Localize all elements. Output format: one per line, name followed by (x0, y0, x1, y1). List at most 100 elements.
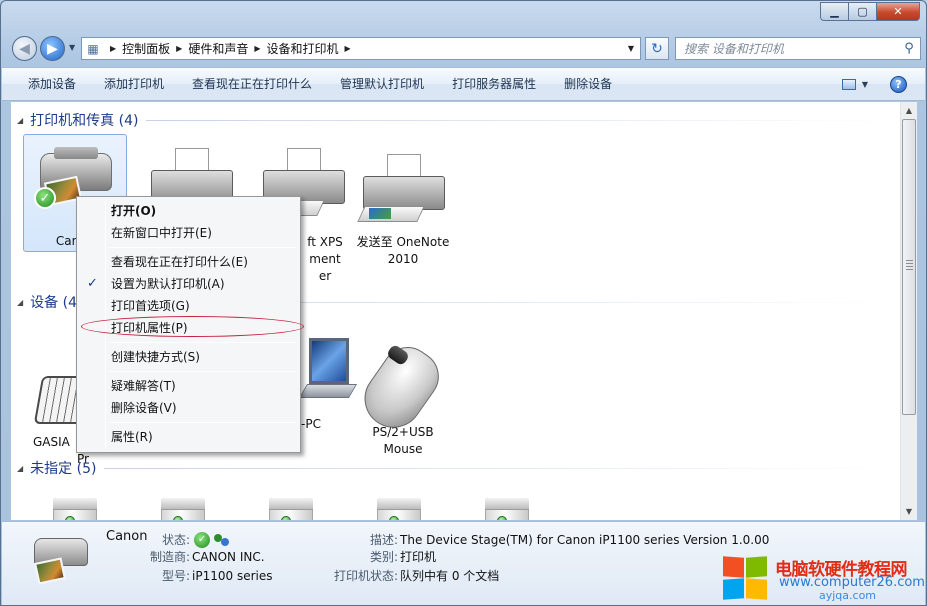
group-title: 打印机和传真 (4) (30, 113, 139, 129)
menu-item-label: 设置为默认打印机(A) (111, 277, 225, 291)
menu-item-see-printing[interactable]: 查看现在正在打印什么(E) (79, 251, 298, 273)
back-arrow-icon: ◀ (19, 40, 30, 57)
chevron-right-icon[interactable]: ▶ (176, 44, 182, 53)
menu-separator (109, 422, 296, 423)
category-value: 打印机 (400, 550, 437, 564)
window-controls: ▁ ▢ ✕ (820, 2, 920, 21)
scroll-up-icon[interactable]: ▲ (901, 102, 917, 119)
group-divider (146, 119, 897, 121)
collapse-triangle-icon[interactable]: ◢ (17, 298, 23, 307)
collapse-triangle-icon[interactable]: ◢ (17, 464, 23, 473)
model-row: 型号: iP1100 series (162, 567, 273, 584)
breadcrumb-item[interactable]: 设备和打印机 (267, 40, 339, 57)
unspecified-device-icon[interactable] (377, 498, 421, 520)
category-row: 类别: 打印机 (370, 548, 436, 565)
menu-item-printing-preferences[interactable]: 打印首选项(G) (79, 295, 298, 317)
selected-printer-icon (28, 530, 92, 594)
breadcrumb: ▶ 控制面板 ▶ 硬件和声音 ▶ 设备和打印机 ▶ (104, 38, 357, 59)
device-item-mouse[interactable]: PS/2+USB Mouse (351, 336, 455, 456)
device-item-pc[interactable]: -PC (298, 334, 358, 434)
refresh-icon: ↻ (651, 40, 663, 57)
close-button[interactable]: ✕ (876, 2, 920, 21)
context-menu: 打开(O) 在新窗口中打开(E) 查看现在正在打印什么(E) ✓ 设置为默认打印… (76, 196, 301, 453)
unspecified-device-icon[interactable] (485, 498, 529, 520)
recent-pages-dropdown-icon[interactable]: ▼ (69, 43, 75, 52)
view-options-dropdown-icon[interactable]: ▼ (862, 80, 868, 89)
add-printer-button[interactable]: 添加打印机 (90, 72, 178, 96)
search-input[interactable] (684, 41, 898, 56)
watermark-url: www.computer26.com (779, 575, 925, 590)
menu-item-set-default-printer[interactable]: ✓ 设置为默认打印机(A) (79, 273, 298, 295)
device-name: Canon (106, 529, 148, 544)
address-bar[interactable]: ▦ ▶ 控制面板 ▶ 硬件和声音 ▶ 设备和打印机 ▶ ▼ (81, 37, 641, 60)
control-panel-icon: ▦ (87, 41, 99, 56)
collapse-triangle-icon[interactable]: ◢ (17, 116, 23, 125)
chevron-right-icon[interactable]: ▶ (110, 44, 116, 53)
model-key: 型号: (162, 569, 191, 583)
see-printing-button[interactable]: 查看现在正在打印什么 (178, 72, 326, 96)
add-device-button[interactable]: 添加设备 (2, 72, 90, 96)
status-key: 状态: (162, 533, 191, 547)
device-label: -PC (301, 417, 321, 431)
explorer-window: ▁ ▢ ✕ ◀ ▶ ▼ ▦ ▶ 控制面板 ▶ 硬件和声音 ▶ 设备和打印机 ▶ … (0, 0, 927, 606)
manage-default-printers-button[interactable]: 管理默认打印机 (326, 72, 438, 96)
group-title: 设备 (4 (30, 295, 77, 311)
printer-status-value: 队列中有 0 个文档 (400, 569, 500, 583)
back-button[interactable]: ◀ (12, 36, 37, 61)
manufacturer-row: 制造商: CANON INC. (150, 548, 265, 565)
unspecified-device-icon[interactable] (53, 498, 97, 520)
device-item-onenote[interactable]: 发送至 OneNote 2010 (351, 152, 455, 266)
menu-separator (109, 371, 296, 372)
printer-status-key: 打印机状态: (334, 569, 399, 583)
menu-item-open-new-window[interactable]: 在新窗口中打开(E) (79, 222, 298, 244)
description-key: 描述: (370, 533, 399, 547)
description-row: 描述: The Device Stage(TM) for Canon iP110… (370, 531, 769, 548)
search-icon[interactable]: ⚲ (898, 41, 920, 56)
site-watermark: 电脑软硬件教程网 www.computer26.com ayjqa.com (723, 555, 925, 603)
unspecified-device-icon[interactable] (269, 498, 313, 520)
forward-arrow-icon: ▶ (47, 40, 58, 57)
command-bar: 添加设备 添加打印机 查看现在正在打印什么 管理默认打印机 打印服务器属性 删除… (2, 67, 925, 101)
address-dropdown-icon[interactable]: ▼ (622, 44, 640, 53)
print-server-properties-button[interactable]: 打印服务器属性 (438, 72, 550, 96)
category-key: 类别: (370, 550, 399, 564)
group-divider (104, 467, 897, 469)
printer-status-row: 打印机状态: 队列中有 0 个文档 (334, 567, 499, 584)
menu-item-printer-properties[interactable]: 打印机属性(P) (79, 317, 298, 339)
chevron-right-icon[interactable]: ▶ (345, 44, 351, 53)
menu-item-troubleshoot[interactable]: 疑难解答(T) (79, 375, 298, 397)
manufacturer-key: 制造商: (150, 550, 191, 564)
change-view-icon[interactable] (841, 78, 856, 90)
users-icon (214, 532, 230, 548)
remove-device-button[interactable]: 删除设备 (550, 72, 626, 96)
description-value: The Device Stage(TM) for Canon iP1100 se… (400, 532, 770, 547)
device-label: Mouse (383, 442, 423, 456)
vertical-scrollbar[interactable]: ▲ ▼ (900, 102, 917, 520)
group-header-printers[interactable]: ◢ 打印机和传真 (4) (17, 110, 897, 130)
refresh-button[interactable]: ↻ (645, 37, 669, 60)
menu-separator (109, 342, 296, 343)
maximize-button[interactable]: ▢ (848, 2, 876, 21)
device-label: 发送至 OneNote (356, 235, 450, 249)
group-header-unspecified[interactable]: ◢ 未指定 (5) (17, 458, 897, 478)
menu-item-properties[interactable]: 属性(R) (79, 426, 298, 448)
unspecified-device-icon[interactable] (161, 498, 205, 520)
menu-item-remove-device[interactable]: 删除设备(V) (79, 397, 298, 419)
printer-icon (357, 152, 449, 232)
breadcrumb-item[interactable]: 控制面板 (122, 40, 170, 57)
device-label: 2010 (387, 252, 419, 266)
forward-button[interactable]: ▶ (40, 36, 65, 61)
breadcrumb-item[interactable]: 硬件和声音 (188, 40, 248, 57)
menu-item-create-shortcut[interactable]: 创建快捷方式(S) (79, 346, 298, 368)
chevron-right-icon[interactable]: ▶ (254, 44, 260, 53)
scrollbar-thumb[interactable] (902, 119, 916, 415)
minimize-button[interactable]: ▁ (820, 2, 848, 21)
scroll-down-icon[interactable]: ▼ (901, 503, 917, 520)
windows-logo-icon (723, 556, 769, 601)
menu-separator (109, 247, 296, 248)
mouse-icon (353, 336, 449, 440)
search-box: ⚲ (675, 37, 921, 60)
help-icon[interactable]: ? (890, 75, 907, 93)
menu-item-open[interactable]: 打开(O) (79, 200, 298, 222)
group-title: 未指定 (5) (30, 461, 97, 477)
